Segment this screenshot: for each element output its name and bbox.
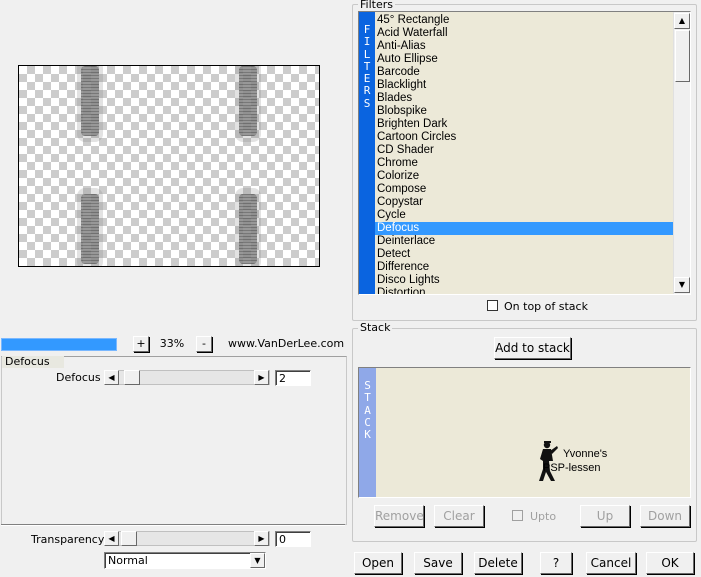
clear-button[interactable]: Clear	[434, 505, 484, 527]
filters-side-label-strip: FILTERS	[359, 12, 375, 294]
transparency-value-input[interactable]: 0	[275, 531, 311, 547]
defocus-slider-thumb[interactable]	[124, 370, 140, 385]
stack-side-label: STACK	[364, 379, 371, 442]
open-button[interactable]: Open	[354, 552, 402, 574]
down-button[interactable]: Down	[640, 505, 690, 527]
blend-mode-dropdown-icon[interactable]: ▼	[250, 553, 265, 568]
watermark-line1: Yvonne's	[563, 448, 608, 460]
filter-list-item[interactable]: Copystar	[375, 196, 673, 209]
defocus-tab[interactable]: Defocus	[2, 356, 64, 368]
transparency-slider-left-icon[interactable]: ◀	[104, 531, 119, 546]
filter-list-item[interactable]: Acid Waterfall	[375, 27, 673, 40]
preview-bar	[77, 188, 103, 266]
filter-list-item[interactable]: Anti-Alias	[375, 40, 673, 53]
transparency-slider-thumb[interactable]	[121, 531, 137, 546]
filter-list-item[interactable]: Disco Lights	[375, 274, 673, 287]
preview-canvas[interactable]	[18, 65, 320, 267]
on-top-of-stack-label: On top of stack	[504, 300, 588, 313]
filter-list-item[interactable]: Colorize	[375, 170, 673, 183]
filter-list-item[interactable]: Blades	[375, 92, 673, 105]
zoom-out-button[interactable]: -	[196, 336, 212, 352]
filter-list-item[interactable]: Auto Ellipse	[375, 53, 673, 66]
blend-mode-value: Normal	[108, 554, 148, 567]
scroll-down-icon[interactable]: ▼	[674, 277, 690, 293]
filter-list-item[interactable]: Cartoon Circles	[375, 131, 673, 144]
filters-legend: Filters	[358, 0, 395, 11]
filter-list-item[interactable]: Compose	[375, 183, 673, 196]
zoom-level: 33%	[159, 337, 185, 350]
up-button[interactable]: Up	[580, 505, 630, 527]
scroll-thumb[interactable]	[675, 30, 690, 82]
preview-bar	[77, 66, 103, 142]
zoom-in-button[interactable]: +	[133, 336, 149, 352]
preview-bar	[235, 188, 261, 266]
remove-button[interactable]: Remove	[374, 505, 424, 527]
save-button[interactable]: Save	[414, 552, 462, 574]
blend-mode-select[interactable]: Normal	[104, 552, 266, 569]
filter-list-item[interactable]: Difference	[375, 261, 673, 274]
cancel-button[interactable]: Cancel	[586, 552, 636, 574]
delete-button[interactable]: Delete	[474, 552, 522, 574]
filter-list-item[interactable]: Cycle	[375, 209, 673, 222]
stack-list[interactable]: STACK Yvonne's PSP-lessen	[358, 367, 691, 498]
vanderlee-link[interactable]: www.VanDerLee.com	[228, 337, 344, 351]
filter-list-item[interactable]: Distortion	[375, 287, 673, 294]
filter-list-item[interactable]: 45° Rectangle	[375, 14, 673, 27]
filter-list-item[interactable]: Deinterlace	[375, 235, 673, 248]
filters-side-label: FILTERS	[363, 23, 371, 110]
scroll-up-icon[interactable]: ▲	[674, 13, 690, 29]
filters-list[interactable]: 45° Rectangle Acid Waterfall Anti-Alias Aut…	[375, 14, 673, 294]
filters-scrollbar[interactable]: ▲ ▼	[673, 12, 690, 294]
on-top-of-stack-checkbox[interactable]	[487, 300, 498, 311]
filters-list-frame: FILTERS 45° Rectangle Acid Waterfall Anti-…	[358, 11, 691, 295]
defocus-param-label: Defocus	[56, 371, 101, 384]
filter-list-item[interactable]: Blobspike	[375, 105, 673, 118]
filter-list-item[interactable]: Chrome	[375, 157, 673, 170]
filter-list-item[interactable]: Brighten Dark	[375, 118, 673, 131]
ok-button[interactable]: OK	[646, 552, 694, 574]
filter-list-item[interactable]: CD Shader	[375, 144, 673, 157]
defocus-slider-left-icon[interactable]: ◀	[104, 370, 119, 385]
preview-bar	[235, 66, 261, 142]
transparency-slider-right-icon[interactable]: ▶	[254, 531, 269, 546]
watermark-line2: PSP-lessen	[543, 462, 601, 474]
filter-list-item[interactable]: Detect	[375, 248, 673, 261]
stack-side-label-strip: STACK	[359, 368, 376, 497]
upto-checkbox[interactable]	[512, 510, 523, 521]
upto-label: Upto	[530, 510, 557, 523]
filter-list-item[interactable]: Barcode	[375, 66, 673, 79]
add-to-stack-button[interactable]: Add to stack	[494, 337, 571, 359]
defocus-slider-right-icon[interactable]: ▶	[254, 370, 269, 385]
help-button[interactable]: ?	[540, 552, 572, 574]
defocus-value-input[interactable]: 2	[275, 370, 311, 386]
divider	[1, 524, 345, 526]
filter-list-item[interactable]: Defocus	[375, 222, 673, 235]
progress-bar	[1, 338, 117, 351]
transparency-label: Transparency	[31, 533, 105, 546]
filter-list-item[interactable]: Blacklight	[375, 79, 673, 92]
stack-legend: Stack	[358, 321, 393, 334]
